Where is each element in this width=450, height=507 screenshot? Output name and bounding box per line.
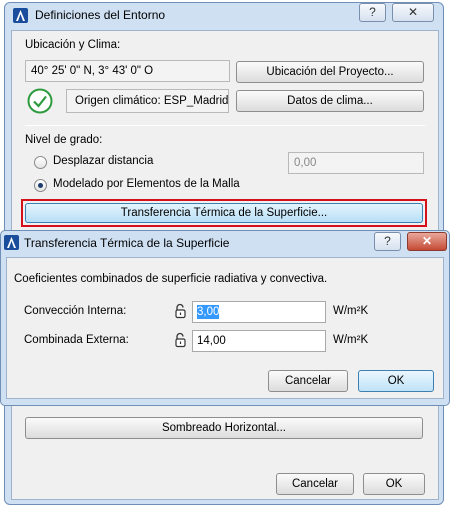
sub-dialog-title: Transferencia Térmica de la Superficie bbox=[24, 236, 230, 250]
internal-unit-label: W/m²K bbox=[333, 305, 369, 317]
sub-ok-button[interactable]: OK bbox=[358, 370, 434, 392]
lock-icon[interactable] bbox=[174, 303, 188, 319]
location-section-label: Ubicación y Clima: bbox=[25, 39, 121, 51]
archicad-app-icon bbox=[13, 8, 28, 23]
sub-help-button[interactable]: ? bbox=[374, 232, 401, 251]
sub-close-button[interactable]: ✕ bbox=[407, 232, 447, 251]
checkmark-icon bbox=[27, 88, 53, 114]
lock-icon[interactable] bbox=[174, 332, 188, 348]
external-combined-input[interactable]: 14,00 bbox=[192, 330, 326, 352]
offset-distance-label: Desplazar distancia bbox=[53, 155, 154, 167]
section-divider bbox=[25, 125, 425, 126]
project-location-button[interactable]: Ubicación del Proyecto... bbox=[236, 61, 424, 83]
horizontal-shading-button[interactable]: Sombreado Horizontal... bbox=[25, 417, 423, 439]
main-ok-button[interactable]: OK bbox=[363, 473, 425, 495]
climate-data-button[interactable]: Datos de clima... bbox=[236, 90, 424, 112]
help-button[interactable]: ? bbox=[359, 3, 386, 22]
archicad-app-icon bbox=[4, 235, 19, 250]
mesh-elements-radio[interactable] bbox=[34, 179, 47, 192]
offset-distance-field[interactable]: 0,00 bbox=[288, 152, 424, 174]
description-text: Coeficientes combinados de superficie ra… bbox=[14, 273, 328, 285]
external-combined-label: Combinada Externa: bbox=[24, 334, 129, 346]
coordinates-field: 40° 25' 0" N, 3° 43' 0" O bbox=[25, 60, 230, 82]
climate-origin-field: Origen climático: ESP_Madrid.0 bbox=[66, 89, 229, 113]
dialog-title: Definiciones del Entorno bbox=[35, 8, 166, 22]
grade-section-label: Nivel de grado: bbox=[25, 134, 103, 146]
offset-distance-radio[interactable] bbox=[34, 156, 47, 169]
surface-heat-transfer-button[interactable]: Transferencia Térmica de la Superficie..… bbox=[25, 203, 423, 223]
sub-cancel-button[interactable]: Cancelar bbox=[268, 370, 348, 392]
external-unit-label: W/m²K bbox=[333, 334, 369, 346]
internal-convection-input[interactable]: 3,00 bbox=[192, 301, 326, 323]
internal-convection-value: 3,00 bbox=[197, 305, 220, 319]
main-cancel-button[interactable]: Cancelar bbox=[276, 473, 354, 495]
close-button[interactable]: ✕ bbox=[392, 3, 434, 22]
mesh-elements-label: Modelado por Elementos de la Malla bbox=[53, 178, 240, 190]
internal-convection-label: Convección Interna: bbox=[24, 305, 127, 317]
